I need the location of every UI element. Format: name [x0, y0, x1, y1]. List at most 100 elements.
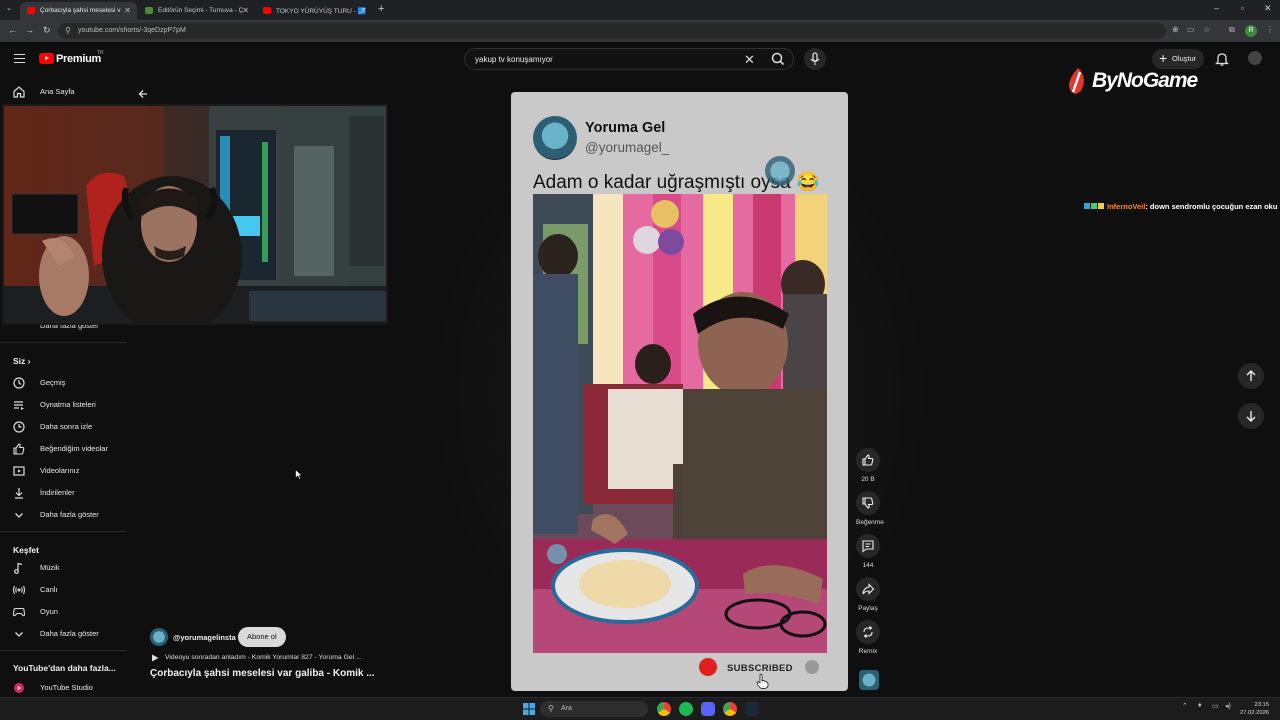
- sidebar-item-label: Beğendiğim videolar: [40, 444, 108, 453]
- sidebar-item-live[interactable]: Canlı: [0, 580, 127, 600]
- dislike-action[interactable]: Beğenme: [856, 491, 884, 526]
- chat-badge-icon: [1084, 203, 1090, 209]
- chat-badge-icon: [1091, 203, 1097, 209]
- reload-icon[interactable]: ↻: [43, 25, 51, 36]
- sidebar-item-liked-videos[interactable]: Beğendiğim videolar: [0, 439, 127, 459]
- new-tab-button[interactable]: +: [378, 3, 384, 15]
- streamer-webcam-overlay: [2, 104, 388, 325]
- sidebar-item-history[interactable]: Geçmiş: [0, 373, 127, 393]
- remix-icon: [863, 626, 873, 638]
- site-info-icon[interactable]: ⚲: [65, 26, 71, 35]
- info-channel-handle[interactable]: @yorumagelinsta: [173, 633, 236, 642]
- brand-label[interactable]: Premium: [56, 53, 101, 65]
- sidebar-item-label: Daha fazla göster: [40, 629, 99, 638]
- sidebar-item-show-more-you[interactable]: Daha fazla göster: [0, 505, 127, 525]
- url-text: youtube.com/shorts/-3qeDzpP7pM: [78, 27, 186, 34]
- youtube-studio-icon: [14, 683, 24, 693]
- browser-tab-0[interactable]: Çorbacıyla şahsi meselesi v ✕: [20, 2, 137, 20]
- microphone-tray-icon[interactable]: ♦: [1198, 702, 1202, 709]
- sidebar-item-your-videos[interactable]: Videolarınız: [0, 461, 127, 481]
- sidebar-item-watch-later[interactable]: Daha sonra izle: [0, 417, 127, 437]
- maximize-icon[interactable]: ▫: [1241, 3, 1244, 13]
- forward-icon[interactable]: →: [25, 25, 34, 35]
- mouse-pointer-icon: [295, 469, 303, 480]
- extensions-icon[interactable]: ⧉: [1229, 25, 1235, 35]
- discord-app-icon[interactable]: [701, 702, 715, 716]
- address-bar[interactable]: ⚲ youtube.com/shorts/-3qeDzpP7pM: [58, 23, 1166, 39]
- sidebar-item-playlists[interactable]: Oynatma listeleri: [0, 395, 127, 415]
- sidebar-item-label: Geçmiş: [40, 378, 66, 387]
- clear-search-icon[interactable]: ✕: [744, 52, 755, 68]
- close-window-icon[interactable]: ✕: [1264, 3, 1272, 14]
- minimize-icon[interactable]: –: [1214, 3, 1219, 13]
- tray-overflow-icon[interactable]: ⌃: [1182, 702, 1188, 710]
- create-button[interactable]: + Oluştur: [1152, 49, 1204, 69]
- sidebar-item-music[interactable]: Müzik: [0, 558, 127, 578]
- tab-search-icon[interactable]: ⌄: [6, 4, 12, 12]
- tab-title: Editörün Seçimi - Turnuva - Ç: [158, 7, 244, 14]
- search-query-text: yakup tv konuşamıyor: [475, 55, 553, 64]
- browser-tab-2[interactable]: TOKYO YÜRÜYÜŞ TURU - 🗾 ✕: [256, 2, 373, 20]
- linked-video-link[interactable]: Videoyu sonradan anladım - Komik Yorumla…: [165, 654, 362, 661]
- volume-icon[interactable]: ◂): [1225, 702, 1231, 710]
- zoom-icon[interactable]: ⊕: [1172, 25, 1179, 34]
- next-video-button[interactable]: [1238, 403, 1264, 429]
- spotify-app-icon[interactable]: [679, 702, 693, 716]
- subscribe-button[interactable]: Abone ol: [238, 627, 286, 647]
- share-button[interactable]: [856, 577, 880, 601]
- taskbar-search[interactable]: ⚲ Ara: [540, 701, 648, 717]
- dislike-button[interactable]: [856, 491, 880, 515]
- search-icon: [771, 52, 785, 66]
- voice-search-button[interactable]: [804, 48, 826, 70]
- share-label: Paylaş: [858, 605, 878, 612]
- sidebar-item-show-more-explore[interactable]: Daha fazla göster: [0, 624, 127, 644]
- browser-tab-1[interactable]: Editörün Seçimi - Turnuva - Ç ✕: [138, 2, 255, 20]
- info-channel-avatar[interactable]: [150, 628, 168, 646]
- network-icon[interactable]: ▭: [1212, 702, 1219, 710]
- previous-video-button[interactable]: [1238, 363, 1264, 389]
- sidebar-item-youtube-studio[interactable]: YouTube Studio: [0, 678, 127, 698]
- like-count: 20 B: [861, 476, 875, 483]
- system-clock[interactable]: 23:15 27.02.2026: [1240, 701, 1269, 717]
- shorts-player[interactable]: Yoruma Gel @yorumagel_ Adam o kadar uğra…: [511, 92, 848, 691]
- back-arrow-icon[interactable]: [137, 88, 149, 100]
- remix-action[interactable]: Remix: [856, 620, 880, 655]
- comment-button[interactable]: [856, 534, 880, 558]
- share-action[interactable]: Paylaş: [856, 577, 880, 612]
- sidebar-item-label: İndirilenler: [40, 488, 75, 497]
- section-heading: Siz: [13, 356, 26, 366]
- section-heading: Keşfet: [13, 545, 39, 555]
- remix-button[interactable]: [856, 620, 880, 644]
- close-tab-icon[interactable]: ✕: [124, 6, 131, 15]
- search-button[interactable]: [764, 48, 794, 70]
- account-avatar[interactable]: [1248, 51, 1262, 65]
- sidebar-section-explore: Keşfet: [13, 545, 39, 555]
- browser-profile-avatar[interactable]: R: [1245, 25, 1257, 37]
- cast-icon[interactable]: ▭: [1187, 25, 1195, 34]
- browser-tabstrip: ⌄ Çorbacıyla şahsi meselesi v ✕ Editörün…: [0, 0, 1280, 20]
- comment-action[interactable]: 144: [856, 534, 880, 569]
- steam-app-icon[interactable]: [745, 702, 759, 716]
- chrome-profile-app-icon[interactable]: [723, 702, 737, 716]
- like-action[interactable]: 20 B: [856, 448, 880, 483]
- sidebar-section-you[interactable]: Siz ›: [13, 356, 31, 366]
- browser-menu-icon[interactable]: ⋮: [1266, 25, 1274, 34]
- menu-icon[interactable]: [14, 54, 25, 63]
- sidebar-item-downloads[interactable]: İndirilenler: [0, 483, 127, 503]
- like-button[interactable]: [856, 448, 880, 472]
- notifications-bell-icon[interactable]: [1215, 52, 1229, 66]
- sidebar-item-label: Daha fazla göster: [40, 510, 99, 519]
- youtube-logo-icon[interactable]: [39, 53, 54, 64]
- sound-channel-thumbnail[interactable]: [859, 670, 879, 690]
- sidebar-item-gaming[interactable]: Oyun: [0, 602, 127, 622]
- back-icon[interactable]: ←: [8, 25, 17, 35]
- history-icon: [13, 377, 25, 389]
- video-scene: [533, 194, 827, 653]
- thumbs-up-icon: [862, 454, 874, 466]
- chrome-app-icon[interactable]: [657, 702, 671, 716]
- close-tab-icon[interactable]: ✕: [242, 6, 249, 15]
- sidebar-item-home[interactable]: Ana Sayfa: [0, 82, 127, 102]
- close-tab-icon[interactable]: ✕: [360, 6, 367, 15]
- windows-start-icon[interactable]: [522, 702, 536, 716]
- bookmark-star-icon[interactable]: ☆: [1203, 25, 1210, 34]
